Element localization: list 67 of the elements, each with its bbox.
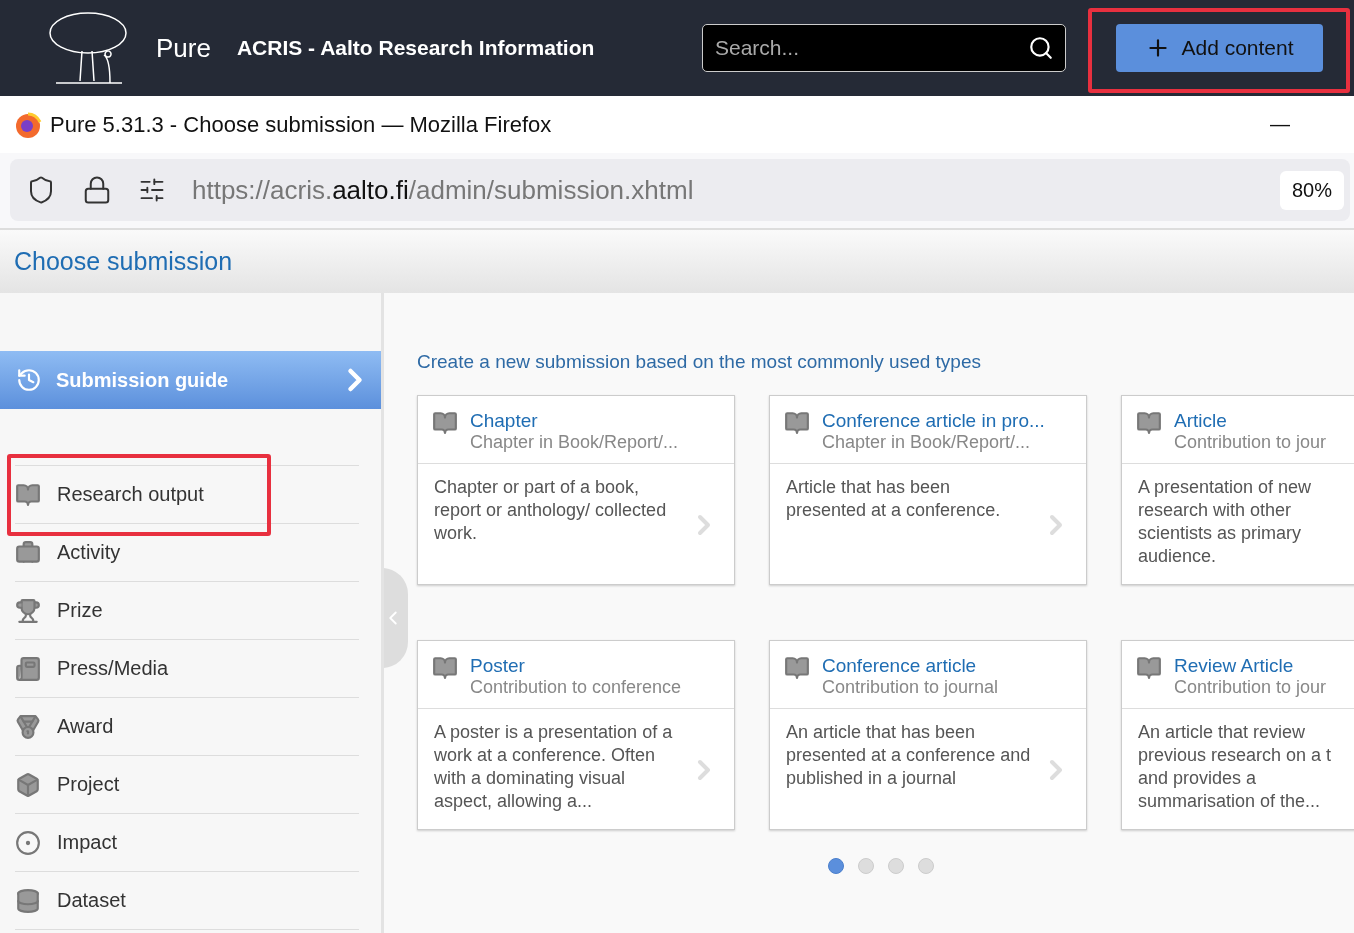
- card-subtitle: Contribution to jour: [1174, 432, 1327, 453]
- card-description: An article that has been presented at a conference and published in a journal: [786, 721, 1032, 790]
- sidebar-item[interactable]: Research output: [15, 466, 359, 524]
- sidebar-item[interactable]: Activity: [15, 524, 359, 582]
- section-heading: Create a new submission based on the most commonly used types: [417, 351, 982, 373]
- card-title: Conference article in pro...: [822, 410, 1045, 432]
- card-subtitle: Contribution to jour: [1174, 677, 1327, 698]
- pagination-dot[interactable]: [857, 858, 874, 874]
- submission-type-card[interactable]: Chapter Chapter in Book/Report/... Chapter or part of a book, report or anthology/ collected work.: [417, 395, 735, 585]
- search-icon[interactable]: [1028, 35, 1054, 61]
- card-description: A presentation of new research with other scientists as primary audience.: [1138, 476, 1313, 568]
- sidebar-item[interactable]: Project: [15, 756, 359, 814]
- permissions-icon[interactable]: [138, 176, 166, 204]
- cube-icon: [15, 771, 41, 798]
- card-description: Chapter or part of a book, report or anthology/ collected work.: [434, 476, 668, 545]
- card-title: Article: [1174, 410, 1228, 432]
- trophy-icon: [15, 597, 41, 624]
- card-description: An article that review previous research on a t and provides a summarisation of the...: [1138, 721, 1333, 813]
- pagination-dot[interactable]: [887, 858, 904, 874]
- browser-logo-icon: [14, 110, 42, 139]
- book-icon: [784, 410, 810, 436]
- card-title: Conference article: [822, 655, 978, 677]
- product-name: Pure: [156, 32, 211, 64]
- book-icon: [432, 655, 458, 681]
- sidebar-item[interactable]: Award: [15, 698, 359, 756]
- database-icon: [15, 887, 41, 914]
- card-title: Chapter: [470, 410, 539, 432]
- window-title: Pure 5.31.3 - Choose submission — Mozilla Firefox: [50, 111, 552, 138]
- card-subtitle: Chapter in Book/Report/...: [822, 432, 1032, 453]
- sidebar-item[interactable]: Press/Media: [15, 640, 359, 698]
- card-subtitle: Contribution to conference: [470, 677, 682, 698]
- add-content-button[interactable]: Add content: [1116, 24, 1323, 72]
- search-field[interactable]: Search...: [702, 24, 1066, 72]
- submission-type-card[interactable]: Poster Contribution to conference A poster is a presentation of a work at a conference. Often with a dominating visual aspect, allowing a...: [417, 640, 735, 830]
- history-icon: [16, 367, 42, 393]
- card-description: Article that has been presented at a conference.: [786, 476, 1002, 522]
- book-icon: [15, 481, 41, 508]
- sidebar-item[interactable]: Prize: [15, 582, 359, 640]
- book-icon: [1136, 410, 1162, 436]
- sidebar-item[interactable]: Impact: [15, 814, 359, 872]
- submission-type-card[interactable]: Article Contribution to jour A presentation of new research with other scientists as primary audience.: [1121, 395, 1354, 585]
- url-text: https://acris.aalto.fi/admin/submission.xhtml: [192, 174, 695, 206]
- card-subtitle: Contribution to journal: [822, 677, 999, 698]
- sidebar-item[interactable]: Dataset: [15, 872, 359, 930]
- lock-icon[interactable]: [82, 175, 112, 205]
- briefcase-icon: [15, 539, 41, 566]
- submission-type-card[interactable]: Conference article in pro... Chapter in Book/Report/... Article that has been presented at a conference.: [769, 395, 1087, 585]
- book-icon: [784, 655, 810, 681]
- medal-icon: [15, 713, 41, 740]
- card-title: Review Article: [1174, 655, 1295, 677]
- target-icon: [15, 829, 41, 856]
- collapse-handle[interactable]: [384, 568, 408, 668]
- book-icon: [432, 410, 458, 436]
- card-description: A poster is a presentation of a work at a conference. Often with a dominating visual aspect, allowing a...: [434, 721, 674, 813]
- address-bar[interactable]: https://acris.aalto.fi/admin/submission.xhtml 80%: [10, 159, 1350, 221]
- pagination-dot[interactable]: [917, 858, 934, 874]
- pagination-dot[interactable]: [827, 858, 844, 874]
- page-title: Choose submission: [14, 247, 233, 276]
- newspaper-icon: [15, 655, 41, 682]
- site-title: ACRIS - Aalto Research Information: [236, 36, 595, 60]
- submission-type-card[interactable]: Conference article Contribution to journal An article that has been presented at a conference and published in a journal: [769, 640, 1087, 830]
- minimize-button[interactable]: —: [1270, 113, 1290, 136]
- card-title: Poster: [470, 655, 526, 677]
- book-icon: [1136, 655, 1162, 681]
- zoom-level[interactable]: 80%: [1279, 170, 1344, 210]
- submission-type-card[interactable]: Review Article Contribution to jour An article that review previous research on a t and provides a summarisation of the...: [1121, 640, 1354, 830]
- card-subtitle: Chapter in Book/Report/...: [470, 432, 679, 453]
